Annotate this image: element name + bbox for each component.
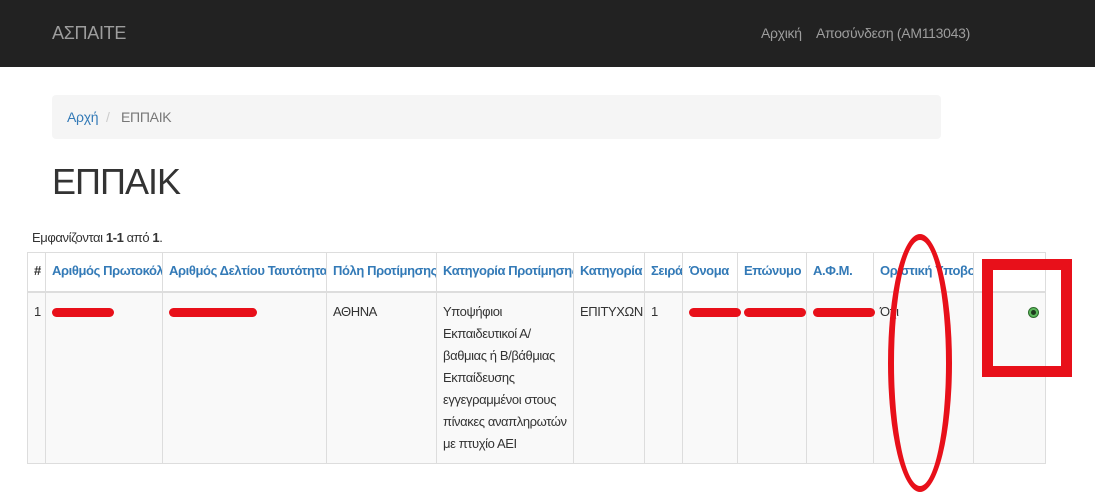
cell-category: ΕΠΙΤΥΧΩΝ [573, 291, 645, 464]
col-header-id-card-number[interactable]: Αριθμός Δελτίου Ταυτότητας [162, 252, 327, 293]
redaction-mark [689, 308, 741, 318]
nav-home-link[interactable]: Αρχική [761, 0, 802, 67]
breadcrumb: Αρχή / ΕΠΠΑΙΚ [52, 95, 941, 139]
col-header-final-submission[interactable]: Οριστική Υποβολή [873, 252, 974, 293]
col-header-last-name[interactable]: Επώνυμο [737, 252, 807, 293]
table-row: 1 ΑΘΗΝΑ Υποψήφιοι Εκπαιδευτικοί Α/βαθμια… [27, 291, 1046, 464]
summary-middle: από [123, 230, 153, 245]
col-header-city-preference[interactable]: Πόλη Προτίμησης [326, 252, 437, 293]
page-title: ΕΠΠΑΙΚ [52, 161, 181, 202]
cell-city: ΑΘΗΝΑ [326, 291, 437, 464]
results-summary: Εμφανίζονται 1-1 από 1. [32, 230, 163, 245]
col-header-afm[interactable]: Α.Φ.Μ. [806, 252, 874, 293]
col-header-protocol-number[interactable]: Αριθμός Πρωτοκόλλου [45, 252, 163, 293]
cell-id-card-number [162, 291, 327, 464]
breadcrumb-current: ΕΠΠΑΙΚ [121, 109, 172, 125]
summary-suffix: . [159, 230, 163, 245]
redaction-mark [744, 308, 806, 318]
redaction-mark [813, 308, 875, 318]
table-header-row: # Αριθμός Πρωτοκόλλου Αριθμός Δελτίου Τα… [27, 252, 1046, 293]
col-header-category[interactable]: Κατηγορία [573, 252, 645, 293]
cell-actions [973, 291, 1046, 464]
redaction-mark [52, 308, 114, 318]
nav-logout-link[interactable]: Αποσύνδεση (ΑΜ113043) [816, 0, 970, 67]
cell-preference-category: Υποψήφιοι Εκπαιδευτικοί Α/βαθμιας ή Β/βά… [436, 291, 574, 464]
results-table: # Αριθμός Πρωτοκόλλου Αριθμός Δελτίου Τα… [27, 252, 1046, 464]
cell-final-submission: Όχι [873, 291, 974, 464]
col-header-index: # [27, 252, 46, 293]
breadcrumb-home-link[interactable]: Αρχή [67, 95, 99, 139]
cell-order: 1 [644, 291, 683, 464]
breadcrumb-separator: / [106, 109, 110, 125]
summary-prefix: Εμφανίζονται [32, 230, 106, 245]
col-header-category-preference[interactable]: Κατηγορία Προτίμησης [436, 252, 574, 293]
col-header-first-name[interactable]: Όνομα [682, 252, 738, 293]
cell-first-name [682, 291, 741, 464]
cell-afm [806, 291, 875, 464]
redaction-mark [169, 308, 257, 318]
eye-icon[interactable] [1028, 307, 1039, 318]
summary-range: 1-1 [105, 230, 124, 245]
col-header-order[interactable]: Σειρά [644, 252, 683, 293]
cell-index: 1 [27, 291, 46, 464]
top-navbar: ΑΣΠΑΙΤΕ Αρχική Αποσύνδεση (ΑΜ113043) [0, 0, 1095, 67]
col-header-actions [973, 252, 1046, 293]
brand-link[interactable]: ΑΣΠΑΙΤΕ [52, 0, 126, 67]
cell-last-name [737, 291, 807, 464]
cell-protocol-number [45, 291, 163, 464]
